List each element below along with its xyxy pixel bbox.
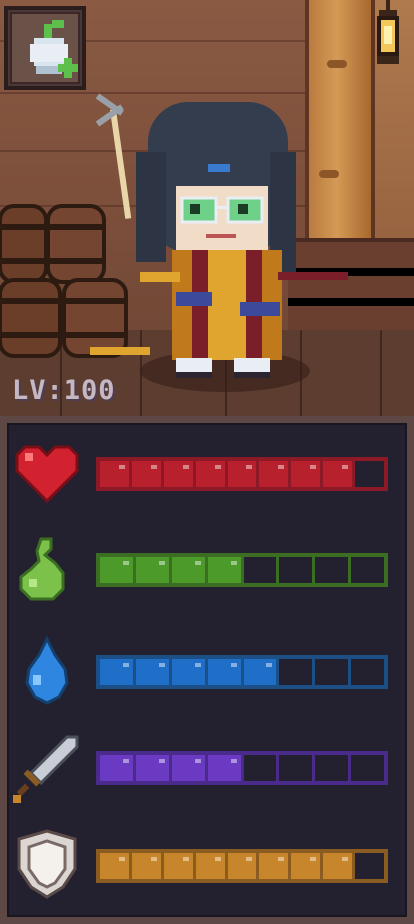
defense-bar-segment-filled <box>323 853 356 879</box>
stamina-bar-segment-filled <box>207 557 244 583</box>
mana-bar-segment-filled <box>207 659 244 685</box>
health-bar-segment-filled <box>195 461 228 487</box>
defense-bar-segment-filled <box>163 853 196 879</box>
defense-bar <box>96 849 388 883</box>
stamina-bar-segment-empty <box>243 557 280 583</box>
stamina-bar-segment-empty <box>279 557 316 583</box>
defense-bar-segment-filled <box>291 853 324 879</box>
attack-bar-segment-empty <box>279 755 316 781</box>
attack-bar-segment-empty <box>351 755 384 781</box>
heart-icon <box>15 445 79 504</box>
health-bar-segment-filled <box>323 461 356 487</box>
stat-row-health <box>7 437 407 517</box>
mana-bar-segment-filled <box>171 659 208 685</box>
defense-bar-segment-empty <box>355 853 385 879</box>
defense-bar-segment-filled <box>259 853 292 879</box>
mana-bar-segment-filled <box>135 659 172 685</box>
player-character[interactable] <box>80 92 350 392</box>
level-label: LV:100 <box>12 375 116 406</box>
health-bar-segment-filled <box>100 461 132 487</box>
attack-bar-segment-empty <box>315 755 352 781</box>
defense-bar-segment-filled <box>131 853 164 879</box>
stat-row-attack <box>7 731 407 811</box>
attack-bar-segment-filled <box>171 755 208 781</box>
stamina-bar-segment-empty <box>315 557 352 583</box>
stat-row-mana <box>7 635 407 715</box>
sword-icon <box>13 735 79 803</box>
mana-bar <box>96 655 388 689</box>
health-bar-segment-filled <box>131 461 164 487</box>
health-bar-segment-empty <box>355 461 385 487</box>
potion-plus-icon <box>30 20 78 78</box>
health-bar-segment-filled <box>227 461 260 487</box>
mana-bar-segment-filled <box>243 659 280 685</box>
defense-bar-segment-filled <box>195 853 228 879</box>
leaf-icon <box>19 537 65 601</box>
mana-bar-segment-empty <box>279 659 316 685</box>
stamina-bar-segment-filled <box>135 557 172 583</box>
shield-icon <box>17 829 77 899</box>
stamina-bar-segment-filled <box>171 557 208 583</box>
game-hud: LV:100 <box>0 0 414 924</box>
attack-bar-segment-empty <box>243 755 280 781</box>
tavern-scene: LV:100 <box>0 0 414 416</box>
stamina-bar-segment-empty <box>351 557 384 583</box>
attack-bar-segment-filled <box>207 755 244 781</box>
attack-bar <box>96 751 388 785</box>
health-bar <box>96 457 388 491</box>
attack-bar-segment-filled <box>100 755 136 781</box>
equipped-item-slot[interactable] <box>4 6 86 90</box>
stat-row-stamina <box>7 533 407 613</box>
lantern-icon <box>377 0 399 64</box>
stamina-bar-segment-filled <box>100 557 136 583</box>
mana-bar-segment-filled <box>100 659 136 685</box>
defense-bar-segment-filled <box>227 853 260 879</box>
health-bar-segment-filled <box>259 461 292 487</box>
mana-bar-segment-empty <box>315 659 352 685</box>
droplet-icon <box>25 635 69 705</box>
attack-bar-segment-filled <box>135 755 172 781</box>
stats-panel <box>0 416 414 924</box>
health-bar-segment-filled <box>163 461 196 487</box>
stamina-bar <box>96 553 388 587</box>
mana-bar-segment-empty <box>351 659 384 685</box>
defense-bar-segment-filled <box>100 853 132 879</box>
health-bar-segment-filled <box>291 461 324 487</box>
stat-row-defense <box>7 829 407 909</box>
